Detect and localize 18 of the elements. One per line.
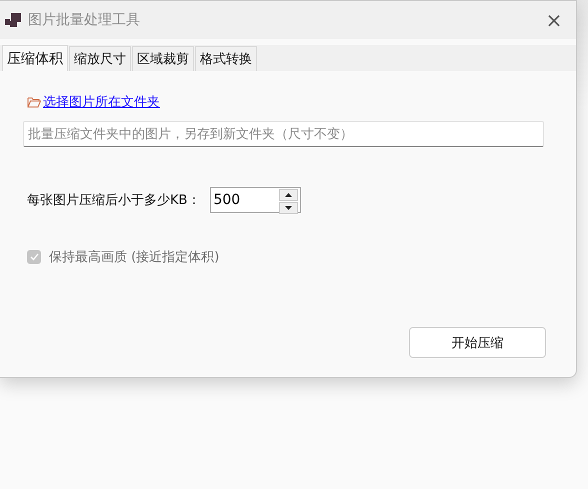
tab[interactable]: 区域裁剪 (132, 46, 194, 71)
app-icon (5, 13, 21, 27)
checkbox-label: 保持最高画质 (接近指定体积) (49, 249, 220, 266)
down-triangle-icon (285, 206, 292, 210)
tab[interactable]: 缩放尺寸 (69, 46, 131, 71)
size-limit-label: 每张图片压缩后小于多少KB： (27, 192, 200, 209)
close-button[interactable]: × (532, 1, 576, 39)
tab[interactable]: 压缩体积 (2, 45, 68, 71)
start-button[interactable]: 开始压缩 (409, 327, 546, 358)
up-triangle-icon (285, 193, 292, 197)
check-icon (30, 253, 38, 261)
folder-icon (27, 96, 41, 108)
spin-down-button[interactable] (279, 202, 298, 214)
spin-up-button[interactable] (279, 189, 298, 201)
window-title: 图片批量处理工具 (28, 11, 141, 29)
tab[interactable]: 格式转换 (195, 46, 257, 71)
path-field[interactable]: 批量压缩文件夹中的图片，另存到新文件夹（尺寸不变） (23, 121, 544, 147)
folder-link[interactable]: 选择图片所在文件夹 (27, 93, 160, 111)
